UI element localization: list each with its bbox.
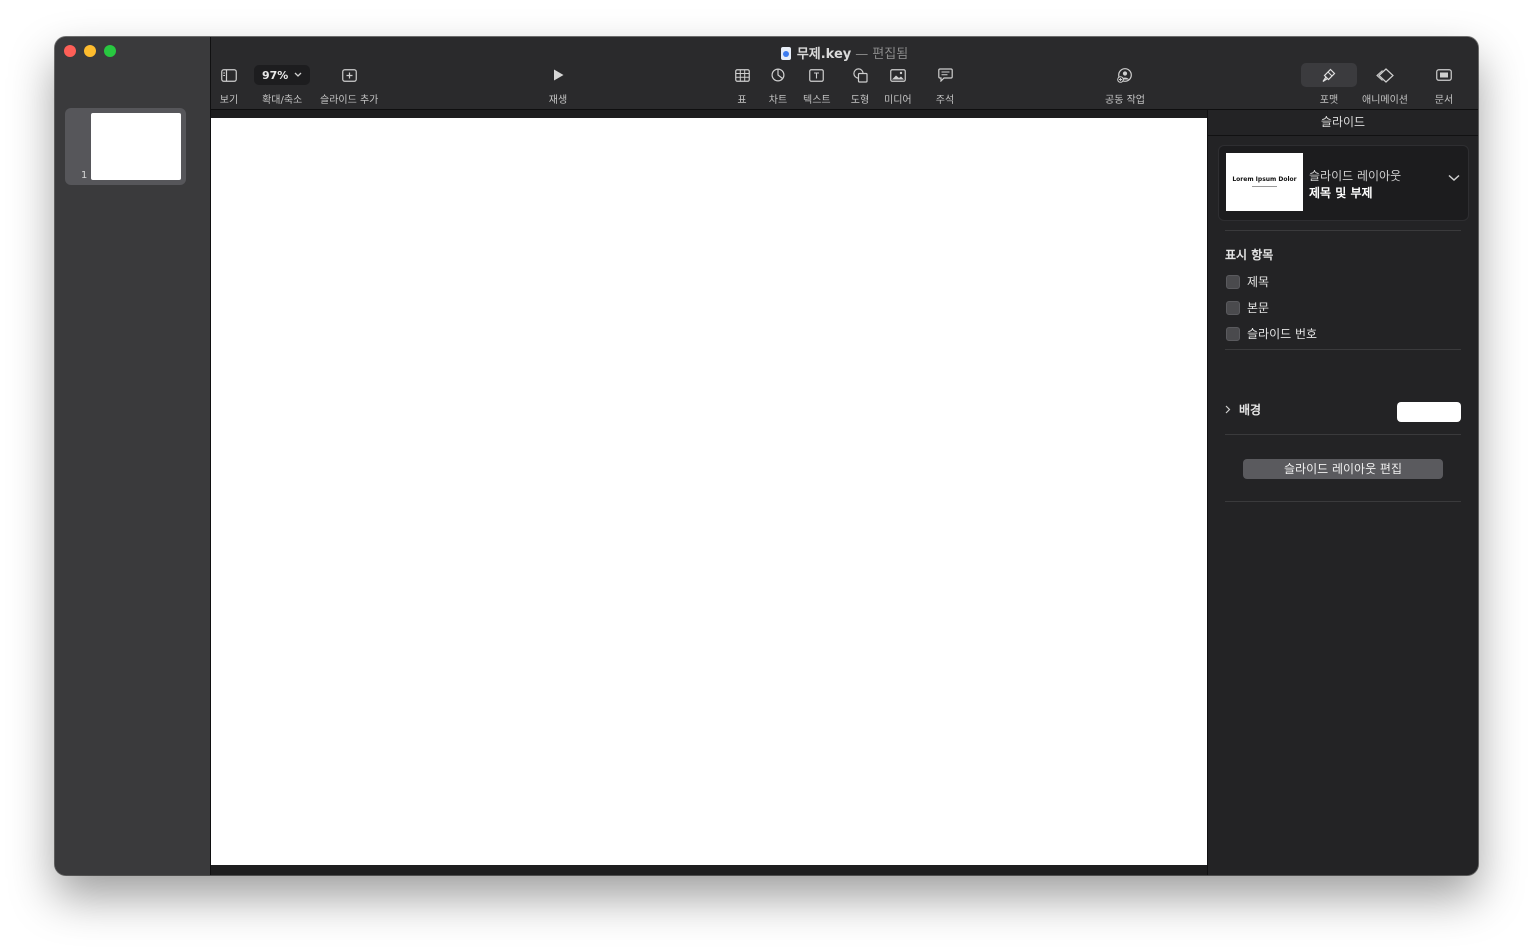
chart-label: 차트 xyxy=(768,95,788,106)
text-label: 텍스트 xyxy=(803,95,831,106)
view-label: 보기 xyxy=(219,95,239,106)
slide-number-checkbox[interactable] xyxy=(1226,326,1240,341)
slide-layout-label: 슬라이드 레이아웃 xyxy=(1309,169,1402,183)
slide-canvas-area xyxy=(211,110,1207,875)
table-button[interactable]: 표 xyxy=(730,63,754,106)
media-button[interactable]: 미디어 xyxy=(884,63,912,106)
comment-button[interactable]: 주석 xyxy=(933,63,957,106)
zoom-value: 97% xyxy=(262,68,289,82)
animate-button[interactable]: 애니메이션 xyxy=(1362,63,1408,106)
table-icon xyxy=(730,63,754,87)
layout-thumbnail-title: Lorem Ipsum Dolor xyxy=(1232,176,1297,183)
slide-navigator: 1 xyxy=(55,37,211,875)
text-box-icon xyxy=(805,63,829,87)
keynote-document-icon xyxy=(780,47,791,60)
format-button[interactable]: 포맷 xyxy=(1301,63,1357,106)
close-window-button[interactable] xyxy=(64,45,76,57)
view-button[interactable]: 보기 xyxy=(217,63,241,106)
title-checkbox-row[interactable]: 제목 xyxy=(1226,273,1269,290)
keynote-window: 1 무제.key — 편집됨 보기 97% 확대/축소 슬라이드 추가 재생 표… xyxy=(55,37,1478,875)
slide-number-checkbox-label: 슬라이드 번호 xyxy=(1247,327,1318,341)
title-separator: — xyxy=(855,47,869,62)
chevron-down-icon xyxy=(294,72,302,77)
window-title: 무제.key — 편집됨 xyxy=(211,43,1478,62)
title-checkbox-label: 제목 xyxy=(1247,275,1270,289)
zoom-dropdown[interactable]: 97% xyxy=(254,65,311,85)
window-controls xyxy=(64,45,116,57)
divider xyxy=(1225,349,1461,350)
slide-layout-value: 제목 및 부제 xyxy=(1309,186,1373,200)
background-color-well[interactable] xyxy=(1397,402,1461,422)
comment-icon xyxy=(933,63,957,87)
divider xyxy=(1225,501,1461,502)
divider xyxy=(1225,230,1461,231)
slide-layout-selector[interactable]: Lorem Ipsum Dolor 슬라이드 레이아웃 제목 및 부제 xyxy=(1218,145,1469,221)
chevron-right-icon xyxy=(1225,405,1231,414)
paintbrush-icon xyxy=(1301,63,1357,87)
shape-button[interactable]: 도형 xyxy=(848,63,872,106)
play-icon xyxy=(546,63,570,87)
minimize-window-button[interactable] xyxy=(84,45,96,57)
divider xyxy=(1225,434,1461,435)
body-checkbox-row[interactable]: 본문 xyxy=(1226,299,1269,316)
shape-label: 도형 xyxy=(850,95,870,106)
layout-thumbnail-subtitle-line xyxy=(1252,186,1277,187)
chevron-down-icon[interactable] xyxy=(1448,174,1460,182)
comment-label: 주석 xyxy=(935,95,955,106)
animate-label: 애니메이션 xyxy=(1362,95,1408,106)
edited-status: 편집됨 xyxy=(872,47,909,62)
slide-thumbnail[interactable] xyxy=(91,113,181,180)
background-disclosure[interactable]: 배경 xyxy=(1225,401,1261,418)
add-slide-button[interactable]: 슬라이드 추가 xyxy=(320,63,378,106)
slide-canvas[interactable] xyxy=(211,118,1207,865)
document-label: 문서 xyxy=(1434,95,1454,106)
slide-thumbnail-item[interactable]: 1 xyxy=(65,108,186,185)
inspector-tab-slide[interactable]: 슬라이드 xyxy=(1208,110,1478,136)
slide-number-checkbox-row[interactable]: 슬라이드 번호 xyxy=(1226,325,1317,342)
layout-thumbnail: Lorem Ipsum Dolor xyxy=(1226,153,1303,211)
text-button[interactable]: 텍스트 xyxy=(803,63,831,106)
background-label: 배경 xyxy=(1239,403,1262,417)
format-inspector: 슬라이드 Lorem Ipsum Dolor 슬라이드 레이아웃 제목 및 부제… xyxy=(1207,110,1478,875)
document-button[interactable]: 문서 xyxy=(1432,63,1456,106)
play-button[interactable]: 재생 xyxy=(546,63,570,106)
zoom-label: 확대/축소 xyxy=(262,95,303,106)
photo-icon xyxy=(886,63,910,87)
body-checkbox-label: 본문 xyxy=(1247,301,1270,315)
edit-slide-layout-button[interactable]: 슬라이드 레이아웃 편집 xyxy=(1243,459,1443,479)
media-label: 미디어 xyxy=(884,95,912,106)
toolbar: 무제.key — 편집됨 보기 97% 확대/축소 슬라이드 추가 재생 표 차… xyxy=(211,37,1478,110)
document-name[interactable]: 무제.key xyxy=(797,47,851,62)
collaborate-icon xyxy=(1113,63,1137,87)
zoom-control[interactable]: 97% 확대/축소 xyxy=(254,63,311,106)
play-label: 재생 xyxy=(548,95,568,106)
shape-icon xyxy=(848,63,872,87)
slide-number: 1 xyxy=(81,170,88,181)
sidebar-view-icon xyxy=(217,63,241,87)
document-inspector-icon xyxy=(1432,63,1456,87)
zoom-box-wrap: 97% xyxy=(254,63,311,87)
add-slide-icon xyxy=(337,63,361,87)
appearance-section-label: 표시 항목 xyxy=(1225,248,1274,262)
format-label: 포맷 xyxy=(1319,95,1339,106)
fullscreen-window-button[interactable] xyxy=(104,45,116,57)
add-slide-label: 슬라이드 추가 xyxy=(320,95,379,106)
collaborate-label: 공동 작업 xyxy=(1105,95,1145,106)
collaborate-button[interactable]: 공동 작업 xyxy=(1105,63,1145,106)
chart-pie-icon xyxy=(766,63,790,87)
chart-button[interactable]: 차트 xyxy=(766,63,790,106)
animate-diamond-icon xyxy=(1373,63,1397,87)
body-checkbox[interactable] xyxy=(1226,300,1240,315)
title-checkbox[interactable] xyxy=(1226,274,1240,289)
table-label: 표 xyxy=(737,95,747,106)
